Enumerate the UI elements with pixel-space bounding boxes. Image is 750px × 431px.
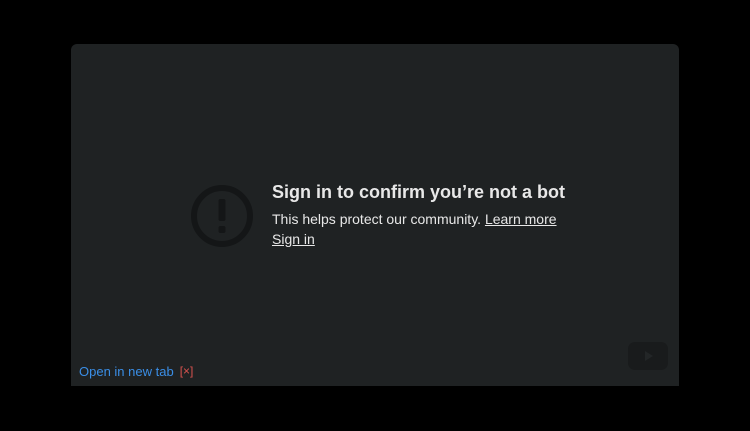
- video-player-embed: Sign in to confirm you’re not a bot This…: [71, 44, 679, 386]
- close-button[interactable]: [×]: [180, 364, 194, 378]
- learn-more-link[interactable]: Learn more: [485, 211, 557, 227]
- message-body-text: This helps protect our community.: [272, 211, 485, 227]
- message-title: Sign in to confirm you’re not a bot: [272, 182, 565, 202]
- embed-footer: Open in new tab [×]: [79, 362, 193, 380]
- play-icon: [645, 351, 653, 361]
- page: Sign in to confirm you’re not a bot This…: [0, 0, 750, 431]
- alert-circle-icon: [191, 185, 253, 247]
- sign-in-message: Sign in to confirm you’re not a bot This…: [272, 180, 632, 249]
- message-body: This helps protect our community. Learn …: [272, 209, 632, 229]
- youtube-logo-icon[interactable]: [628, 342, 668, 370]
- sign-in-link[interactable]: Sign in: [272, 229, 315, 249]
- open-in-new-tab-link[interactable]: Open in new tab: [79, 364, 174, 379]
